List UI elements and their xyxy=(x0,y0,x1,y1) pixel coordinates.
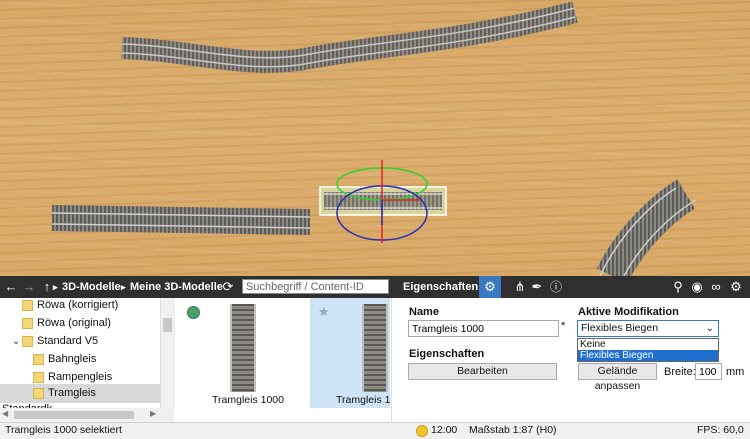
tree-item-label: Röwa (korrigiert) xyxy=(37,299,119,311)
status-message: Tramgleis 1000 selektiert xyxy=(5,424,122,436)
folder-icon xyxy=(22,318,33,329)
scroll-right-icon[interactable]: ▶ xyxy=(150,409,156,418)
back-arrow-icon[interactable]: ← xyxy=(3,279,19,295)
grid-item[interactable]: Tramgleis 1000 xyxy=(185,298,284,408)
folder-icon xyxy=(33,388,44,399)
properties-panel: Name * Eigenschaften Bearbeiten Aktive M… xyxy=(391,298,750,422)
name-field[interactable] xyxy=(408,320,559,337)
pin-icon[interactable]: ⚲ xyxy=(670,279,686,295)
tree-item[interactable]: Standardk... xyxy=(0,400,160,408)
modification-label: Aktive Modifikation xyxy=(578,306,679,318)
chevron-down-icon[interactable]: ⌄ xyxy=(12,332,20,351)
refresh-icon[interactable]: ⟳ xyxy=(220,279,236,295)
track-thumbnail xyxy=(362,304,388,392)
edit-button[interactable]: Bearbeiten xyxy=(408,363,557,380)
folder-icon xyxy=(22,336,33,347)
width-label: Breite: xyxy=(664,366,696,378)
track-straight-left[interactable] xyxy=(51,205,311,235)
chevron-down-icon: ⌄ xyxy=(705,323,714,334)
tree-item-label: Röwa (original) xyxy=(37,317,111,329)
3d-viewport[interactable] xyxy=(0,0,750,276)
star-icon: ★ xyxy=(318,304,330,319)
folder-icon xyxy=(33,354,44,365)
folder-tree: Röwa (korrigiert) Röwa (original) ⌄ Stan… xyxy=(0,298,160,408)
scale-display: Maßstab 1:87 (H0) xyxy=(469,424,557,436)
paint-icon[interactable]: ✒ xyxy=(529,279,545,295)
tree-scrollbar[interactable] xyxy=(160,298,175,408)
dropdown-option-selected[interactable]: Flexibles Biegen xyxy=(578,350,718,361)
scroll-left-icon[interactable]: ◀ xyxy=(2,409,8,418)
tree-item[interactable]: Röwa (korrigiert) xyxy=(0,298,160,315)
tab-settings-active[interactable]: ⚙ xyxy=(479,276,501,298)
hierarchy-icon[interactable]: ⋔ xyxy=(512,279,528,295)
link-icon[interactable]: ∞ xyxy=(708,279,724,295)
tree-item[interactable]: ⌄ Standard V5 xyxy=(0,332,160,351)
breadcrumb-separator-icon: ▸ xyxy=(121,282,126,292)
grid-item-label: Tramgleis 1000 xyxy=(336,394,390,406)
status-bar: Tramgleis 1000 selektiert 12:00 Maßstab … xyxy=(0,422,750,439)
tree-item-label: Standardk... xyxy=(2,400,61,408)
tree-item[interactable]: Röwa (original) xyxy=(0,314,160,333)
time-display[interactable]: 12:00 xyxy=(431,423,457,438)
properties-heading: Eigenschaften xyxy=(409,348,485,360)
forward-arrow-icon[interactable]: → xyxy=(21,279,37,295)
grid-item[interactable]: ★ Tramgleis 1000 xyxy=(310,298,390,408)
folder-icon xyxy=(33,372,44,383)
tree-horizontal-scrollbar[interactable]: ◀ ▶ xyxy=(0,408,174,422)
track-thumbnail xyxy=(230,304,256,392)
modification-dropdown: Keine Flexibles Biegen xyxy=(577,338,719,362)
search-input[interactable] xyxy=(242,279,389,294)
track-curved-right[interactable] xyxy=(596,179,697,276)
dropdown-option[interactable]: Keine xyxy=(578,339,718,350)
tree-item-label: Standard V5 xyxy=(37,335,99,347)
tab-properties[interactable]: Eigenschaften xyxy=(403,276,478,298)
scene xyxy=(51,1,697,276)
breadcrumb-separator-icon: ▸ xyxy=(53,282,58,292)
breadcrumb-current[interactable]: Meine 3D-Modelle xyxy=(130,276,223,298)
folder-icon xyxy=(22,300,33,311)
visibility-icon[interactable]: ◉ xyxy=(689,279,705,295)
track-curved-top[interactable] xyxy=(121,1,578,73)
globe-icon xyxy=(187,306,200,319)
sun-icon xyxy=(416,425,428,437)
tree-item-label: Bahngleis xyxy=(48,353,97,365)
gear-icon: ⚙ xyxy=(484,279,496,294)
modification-select[interactable]: Flexibles Biegen ⌄ xyxy=(577,320,719,337)
width-field[interactable] xyxy=(695,363,722,380)
info-icon[interactable]: ⓘ xyxy=(548,279,564,295)
tree-item[interactable]: Bahngleis xyxy=(0,350,160,369)
modification-selected: Flexibles Biegen xyxy=(581,322,659,334)
name-label: Name xyxy=(409,306,439,318)
breadcrumb-root[interactable]: 3D-Modelle xyxy=(62,276,121,298)
settings-icon[interactable]: ⚙ xyxy=(728,279,744,295)
content-grid: Tramgleis 1000 ★ Tramgleis 1000 xyxy=(175,298,390,422)
fps-display: FPS: 60,0 xyxy=(697,424,744,436)
modified-marker: * xyxy=(561,320,566,332)
width-unit: mm xyxy=(726,366,745,378)
terrain-adjust-button[interactable]: Gelände anpassen xyxy=(578,363,657,392)
